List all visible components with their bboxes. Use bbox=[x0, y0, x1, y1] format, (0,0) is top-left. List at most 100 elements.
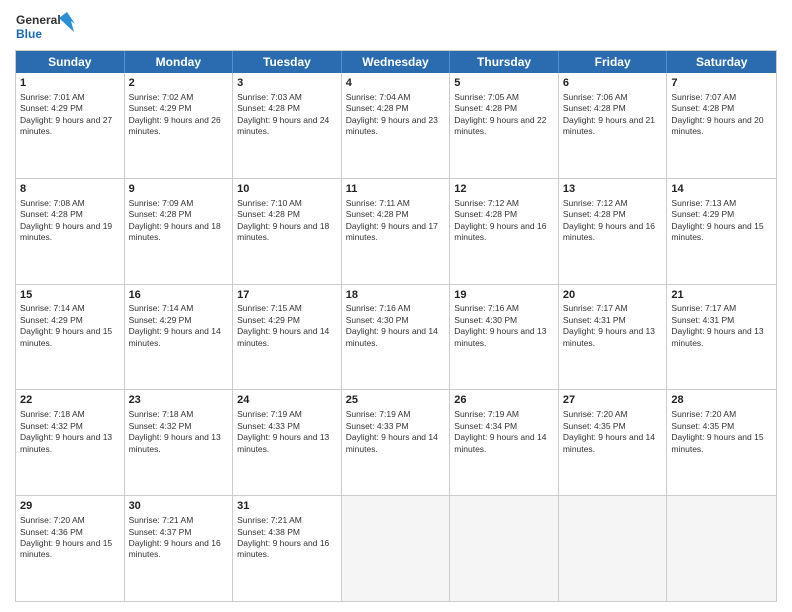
svg-text:Blue: Blue bbox=[16, 27, 42, 41]
sunrise-label: Sunrise: 7:19 AM bbox=[454, 409, 519, 419]
sunrise-label: Sunrise: 7:11 AM bbox=[346, 198, 410, 208]
sunset-label: Sunset: 4:28 PM bbox=[129, 209, 192, 219]
day-cell-9: 9 Sunrise: 7:09 AM Sunset: 4:28 PM Dayli… bbox=[125, 179, 234, 284]
empty-cell bbox=[342, 496, 451, 601]
day-cell-24: 24 Sunrise: 7:19 AM Sunset: 4:33 PM Dayl… bbox=[233, 390, 342, 495]
sunset-label: Sunset: 4:32 PM bbox=[129, 421, 192, 431]
daylight-label: Daylight: 9 hours and 13 minutes. bbox=[671, 326, 763, 347]
sunrise-label: Sunrise: 7:18 AM bbox=[129, 409, 194, 419]
day-cell-19: 19 Sunrise: 7:16 AM Sunset: 4:30 PM Dayl… bbox=[450, 285, 559, 390]
day-cell-17: 17 Sunrise: 7:15 AM Sunset: 4:29 PM Dayl… bbox=[233, 285, 342, 390]
week-row-4: 29 Sunrise: 7:20 AM Sunset: 4:36 PM Dayl… bbox=[16, 495, 776, 601]
day-number: 1 bbox=[20, 76, 120, 91]
day-number: 19 bbox=[454, 288, 554, 303]
sunset-label: Sunset: 4:35 PM bbox=[671, 421, 734, 431]
calendar-header-row: SundayMondayTuesdayWednesdayThursdayFrid… bbox=[16, 51, 776, 73]
day-number: 22 bbox=[20, 393, 120, 408]
sunset-label: Sunset: 4:29 PM bbox=[129, 315, 192, 325]
calendar: SundayMondayTuesdayWednesdayThursdayFrid… bbox=[15, 50, 777, 602]
day-number: 9 bbox=[129, 182, 229, 197]
day-number: 16 bbox=[129, 288, 229, 303]
sunset-label: Sunset: 4:28 PM bbox=[20, 209, 83, 219]
sunset-label: Sunset: 4:29 PM bbox=[20, 103, 83, 113]
svg-text:General: General bbox=[16, 13, 61, 27]
daylight-label: Daylight: 9 hours and 19 minutes. bbox=[20, 221, 112, 242]
sunset-label: Sunset: 4:38 PM bbox=[237, 527, 300, 537]
day-cell-5: 5 Sunrise: 7:05 AM Sunset: 4:28 PM Dayli… bbox=[450, 73, 559, 178]
day-cell-25: 25 Sunrise: 7:19 AM Sunset: 4:33 PM Dayl… bbox=[342, 390, 451, 495]
day-cell-23: 23 Sunrise: 7:18 AM Sunset: 4:32 PM Dayl… bbox=[125, 390, 234, 495]
day-number: 31 bbox=[237, 499, 337, 514]
day-cell-22: 22 Sunrise: 7:18 AM Sunset: 4:32 PM Dayl… bbox=[16, 390, 125, 495]
daylight-label: Daylight: 9 hours and 21 minutes. bbox=[563, 115, 655, 136]
daylight-label: Daylight: 9 hours and 16 minutes. bbox=[237, 538, 329, 559]
day-number: 14 bbox=[671, 182, 772, 197]
sunset-label: Sunset: 4:28 PM bbox=[237, 209, 300, 219]
day-cell-31: 31 Sunrise: 7:21 AM Sunset: 4:38 PM Dayl… bbox=[233, 496, 342, 601]
day-cell-10: 10 Sunrise: 7:10 AM Sunset: 4:28 PM Dayl… bbox=[233, 179, 342, 284]
day-cell-28: 28 Sunrise: 7:20 AM Sunset: 4:35 PM Dayl… bbox=[667, 390, 776, 495]
daylight-label: Daylight: 9 hours and 27 minutes. bbox=[20, 115, 112, 136]
sunset-label: Sunset: 4:29 PM bbox=[237, 315, 300, 325]
day-cell-1: 1 Sunrise: 7:01 AM Sunset: 4:29 PM Dayli… bbox=[16, 73, 125, 178]
day-number: 8 bbox=[20, 182, 120, 197]
logo-svg: General Blue bbox=[15, 10, 75, 46]
day-cell-6: 6 Sunrise: 7:06 AM Sunset: 4:28 PM Dayli… bbox=[559, 73, 668, 178]
sunset-label: Sunset: 4:34 PM bbox=[454, 421, 517, 431]
sunset-label: Sunset: 4:31 PM bbox=[563, 315, 626, 325]
day-number: 21 bbox=[671, 288, 772, 303]
day-number: 7 bbox=[671, 76, 772, 91]
daylight-label: Daylight: 9 hours and 15 minutes. bbox=[671, 221, 763, 242]
day-cell-14: 14 Sunrise: 7:13 AM Sunset: 4:29 PM Dayl… bbox=[667, 179, 776, 284]
day-number: 29 bbox=[20, 499, 120, 514]
sunrise-label: Sunrise: 7:12 AM bbox=[454, 198, 519, 208]
empty-cell bbox=[667, 496, 776, 601]
day-number: 17 bbox=[237, 288, 337, 303]
header-day-saturday: Saturday bbox=[667, 51, 776, 73]
day-number: 28 bbox=[671, 393, 772, 408]
sunrise-label: Sunrise: 7:16 AM bbox=[454, 303, 519, 313]
daylight-label: Daylight: 9 hours and 17 minutes. bbox=[346, 221, 438, 242]
day-number: 13 bbox=[563, 182, 663, 197]
sunrise-label: Sunrise: 7:20 AM bbox=[20, 515, 85, 525]
sunrise-label: Sunrise: 7:12 AM bbox=[563, 198, 628, 208]
day-number: 5 bbox=[454, 76, 554, 91]
daylight-label: Daylight: 9 hours and 16 minutes. bbox=[454, 221, 546, 242]
sunrise-label: Sunrise: 7:14 AM bbox=[129, 303, 194, 313]
header-day-wednesday: Wednesday bbox=[342, 51, 451, 73]
day-cell-27: 27 Sunrise: 7:20 AM Sunset: 4:35 PM Dayl… bbox=[559, 390, 668, 495]
sunrise-label: Sunrise: 7:21 AM bbox=[129, 515, 194, 525]
day-number: 24 bbox=[237, 393, 337, 408]
day-cell-4: 4 Sunrise: 7:04 AM Sunset: 4:28 PM Dayli… bbox=[342, 73, 451, 178]
sunset-label: Sunset: 4:36 PM bbox=[20, 527, 83, 537]
day-number: 27 bbox=[563, 393, 663, 408]
sunrise-label: Sunrise: 7:13 AM bbox=[671, 198, 736, 208]
daylight-label: Daylight: 9 hours and 15 minutes. bbox=[20, 538, 112, 559]
week-row-0: 1 Sunrise: 7:01 AM Sunset: 4:29 PM Dayli… bbox=[16, 73, 776, 178]
sunrise-label: Sunrise: 7:19 AM bbox=[237, 409, 302, 419]
daylight-label: Daylight: 9 hours and 16 minutes. bbox=[563, 221, 655, 242]
logo: General Blue bbox=[15, 10, 75, 46]
daylight-label: Daylight: 9 hours and 14 minutes. bbox=[346, 326, 438, 347]
daylight-label: Daylight: 9 hours and 18 minutes. bbox=[129, 221, 221, 242]
sunrise-label: Sunrise: 7:19 AM bbox=[346, 409, 411, 419]
day-number: 23 bbox=[129, 393, 229, 408]
sunrise-label: Sunrise: 7:05 AM bbox=[454, 92, 519, 102]
daylight-label: Daylight: 9 hours and 13 minutes. bbox=[129, 432, 221, 453]
daylight-label: Daylight: 9 hours and 13 minutes. bbox=[563, 326, 655, 347]
sunset-label: Sunset: 4:28 PM bbox=[454, 103, 517, 113]
sunrise-label: Sunrise: 7:14 AM bbox=[20, 303, 85, 313]
week-row-1: 8 Sunrise: 7:08 AM Sunset: 4:28 PM Dayli… bbox=[16, 178, 776, 284]
daylight-label: Daylight: 9 hours and 14 minutes. bbox=[563, 432, 655, 453]
week-row-2: 15 Sunrise: 7:14 AM Sunset: 4:29 PM Dayl… bbox=[16, 284, 776, 390]
daylight-label: Daylight: 9 hours and 18 minutes. bbox=[237, 221, 329, 242]
day-number: 4 bbox=[346, 76, 446, 91]
day-cell-16: 16 Sunrise: 7:14 AM Sunset: 4:29 PM Dayl… bbox=[125, 285, 234, 390]
sunrise-label: Sunrise: 7:20 AM bbox=[563, 409, 628, 419]
week-row-3: 22 Sunrise: 7:18 AM Sunset: 4:32 PM Dayl… bbox=[16, 389, 776, 495]
sunset-label: Sunset: 4:28 PM bbox=[237, 103, 300, 113]
sunset-label: Sunset: 4:28 PM bbox=[563, 103, 626, 113]
daylight-label: Daylight: 9 hours and 24 minutes. bbox=[237, 115, 329, 136]
day-cell-13: 13 Sunrise: 7:12 AM Sunset: 4:28 PM Dayl… bbox=[559, 179, 668, 284]
sunrise-label: Sunrise: 7:18 AM bbox=[20, 409, 85, 419]
